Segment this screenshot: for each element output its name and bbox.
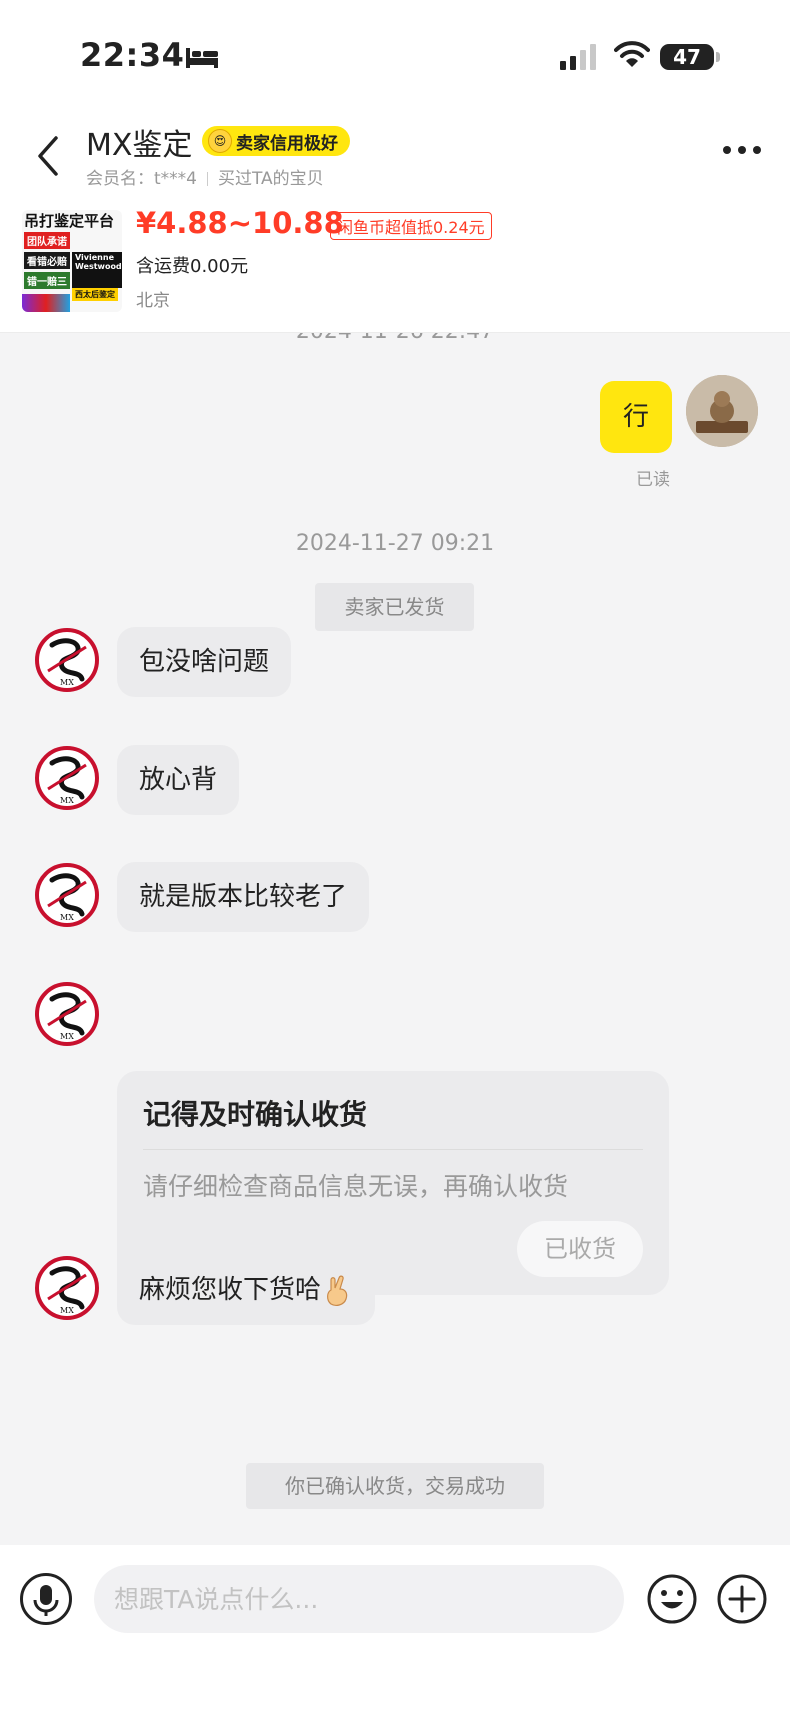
card-description: 请仔细检查商品信息无误，再确认收货 — [143, 1172, 569, 1201]
seller-avatar[interactable]: MX — [34, 627, 100, 693]
svg-text:MX: MX — [60, 796, 74, 805]
member-name: 会员名：t***4 — [86, 169, 197, 189]
wifi-icon — [614, 41, 650, 67]
chat-messages[interactable]: 2024-11-26 22:47 行 已读 2024-11-27 09:21 卖… — [0, 333, 790, 1545]
svg-text:MX: MX — [60, 1032, 74, 1041]
status-time: 22:34 — [80, 36, 185, 74]
divider — [206, 172, 208, 186]
product-price: ¥4.88~10.88 — [136, 206, 344, 240]
credit-badge-label: 卖家信用极好 — [236, 133, 338, 154]
my-avatar[interactable] — [686, 375, 758, 447]
chat-header: MX鉴定 😍 卖家信用极好 会员名：t***4 买过TA的宝贝 吊打鉴定平台 团队… — [0, 110, 790, 333]
bought-label[interactable]: 买过TA的宝贝 — [218, 169, 324, 189]
mic-icon — [33, 1585, 59, 1616]
thumb-decoration — [22, 294, 70, 312]
seller-avatar[interactable]: MX — [34, 1255, 100, 1321]
member-info: 会员名：t***4 买过TA的宝贝 — [86, 164, 324, 189]
seller-message-bubble[interactable]: 麻烦您收下货哈 — [117, 1255, 376, 1325]
thumb-tag: 看错必赔 — [24, 252, 70, 269]
svg-text:MX: MX — [60, 678, 74, 687]
emoji-icon[interactable] — [646, 1573, 698, 1625]
battery-tip — [716, 52, 720, 62]
bed-icon — [186, 48, 218, 68]
thumb-tag: Vivienne Westwood — [72, 252, 122, 288]
crossed-fingers-icon — [327, 1275, 348, 1306]
seller-name[interactable]: MX鉴定 — [86, 120, 192, 164]
message-timestamp: 2024-11-27 09:21 — [295, 531, 495, 556]
voice-button[interactable] — [20, 1573, 72, 1625]
seller-message-bubble[interactable]: 包没啥问题 — [117, 627, 292, 697]
message-input[interactable] — [94, 1565, 624, 1633]
thumb-tag: 错一赔三 — [24, 272, 70, 289]
product-thumbnail[interactable]: 吊打鉴定平台 团队承诺 看错必赔 错一赔三 Vivienne Westwood … — [22, 210, 122, 312]
seller-avatar[interactable]: MX — [34, 862, 100, 928]
signal-icon — [560, 44, 596, 70]
thumb-title: 吊打鉴定平台 — [24, 212, 115, 230]
coin-discount-tag: 闲鱼币超值抵0.24元 — [330, 212, 492, 240]
shipping-fee: 含运费0.00元 — [136, 256, 249, 277]
svg-text:MX: MX — [60, 913, 74, 922]
smile-face-icon: 😍 — [208, 129, 232, 153]
trade-success-notice: 你已确认收货，交易成功 — [246, 1463, 544, 1509]
received-button[interactable]: 已收货 — [517, 1221, 643, 1277]
divider — [143, 1149, 643, 1150]
product-location: 北京 — [136, 291, 170, 311]
seller-message-bubble[interactable]: 放心背 — [117, 745, 240, 815]
input-bar — [0, 1545, 790, 1716]
more-icon[interactable] — [722, 144, 762, 156]
read-status: 已读 — [636, 470, 670, 490]
credit-badge[interactable]: 😍 卖家信用极好 — [202, 126, 350, 156]
my-message-bubble[interactable]: 行 — [600, 381, 672, 453]
back-icon[interactable] — [30, 130, 70, 182]
message-timestamp: 2024-11-26 22:47 — [0, 333, 790, 344]
thumb-tag: 西太后鉴定 — [72, 288, 118, 301]
card-title: 记得及时确认收货 — [143, 1098, 368, 1131]
svg-text:MX: MX — [60, 1306, 74, 1315]
shipped-notice: 卖家已发货 — [315, 583, 474, 631]
seller-avatar[interactable]: MX — [34, 745, 100, 811]
thumb-tag: 团队承诺 — [24, 232, 70, 249]
message-text: 麻烦您收下货哈 — [139, 1275, 322, 1305]
plus-icon[interactable] — [716, 1573, 768, 1625]
battery-indicator: 47 — [660, 44, 714, 70]
status-bar: 22:34 47 — [0, 0, 790, 110]
seller-message-bubble[interactable]: 就是版本比较老了 — [117, 862, 370, 932]
avatar-image — [686, 375, 758, 447]
seller-avatar[interactable]: MX — [34, 981, 100, 1047]
